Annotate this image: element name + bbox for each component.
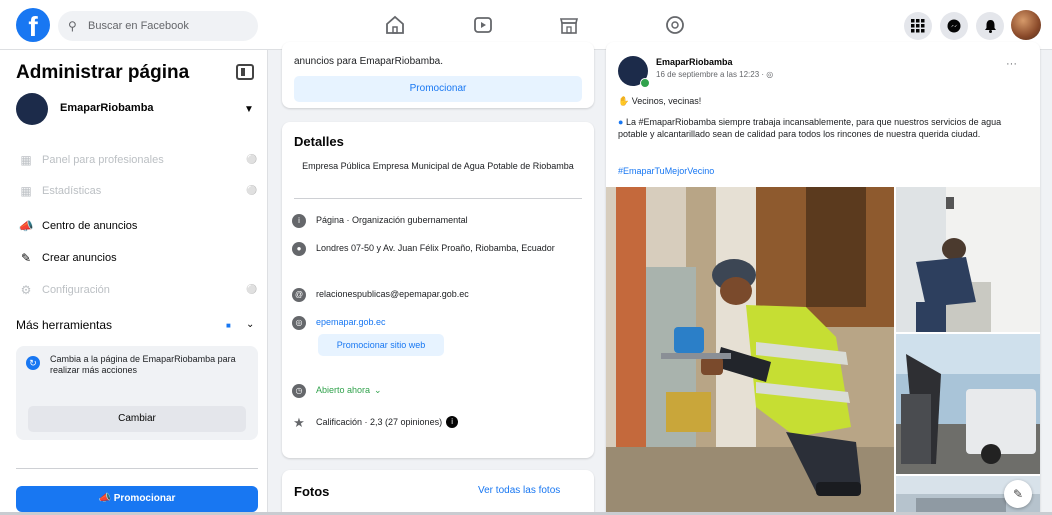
- switch-button[interactable]: Cambiar: [28, 406, 246, 432]
- post-hashtag[interactable]: #EmaparTuMejorVecino: [618, 166, 714, 176]
- page-avatar[interactable]: [16, 93, 48, 125]
- switch-profile-box: ↻ Cambia a la página de EmaparRiobamba p…: [16, 346, 258, 440]
- more-tools-header[interactable]: Más herramientas: [16, 318, 112, 332]
- tools-badge-icon: ■: [226, 321, 231, 330]
- detail-rating: ★ Calificación · 2,3 (27 opiniones) i: [292, 416, 584, 430]
- dashboard-icon: ▦: [20, 153, 32, 167]
- gear-icon: ⚙: [20, 283, 32, 297]
- details-card: Detalles Empresa Pública Empresa Municip…: [282, 122, 594, 458]
- info-icon: i: [292, 214, 306, 228]
- chevron-down-icon[interactable]: ▼: [244, 104, 254, 115]
- photos-title: Fotos: [294, 484, 330, 499]
- edit-icon: ✎: [20, 251, 32, 265]
- post-text-line1: ✋ Vecinos, vecinas!: [618, 96, 701, 107]
- post-author-avatar[interactable]: [618, 56, 650, 88]
- facebook-logo[interactable]: f: [16, 8, 50, 42]
- detail-email-text[interactable]: relacionespublicas@epemapar.gob.ec: [316, 288, 469, 300]
- page-description: Empresa Pública Empresa Municipal de Agu…: [302, 161, 574, 171]
- photos-card: Fotos Ver todas las fotos: [282, 470, 594, 515]
- post-author-name[interactable]: EmaparRiobamba: [656, 57, 733, 67]
- sidebar-title: Administrar página: [16, 62, 190, 83]
- sidebar-item-statistics: ▦ Estadísticas: [18, 181, 101, 201]
- water-drop-icon: ●: [618, 117, 624, 127]
- menu-grid-icon[interactable]: [904, 12, 932, 40]
- hand-emoji-icon: ✋: [618, 96, 630, 106]
- search-icon: ⚲: [68, 19, 77, 33]
- post-timestamp[interactable]: 16 de septiembre a las 12:23 · ◎: [656, 70, 773, 79]
- website-link[interactable]: epemapar.gob.ec: [316, 316, 386, 328]
- ads-promotion-card: anuncios para EmaparRiobamba. Promociona…: [282, 42, 594, 108]
- sidebar-item-label: Panel para profesionales: [42, 154, 164, 166]
- ads-promotion-text: anuncios para EmaparRiobamba.: [294, 56, 443, 67]
- sidebar-item-label: Crear anuncios: [42, 252, 117, 264]
- detail-address: ● Londres 07-50 y Av. Juan Félix Proaño,…: [292, 242, 584, 256]
- page-name[interactable]: EmaparRiobamba: [60, 102, 154, 114]
- promote-button[interactable]: 📣 Promocionar: [16, 486, 258, 512]
- details-title: Detalles: [294, 134, 344, 149]
- messenger-icon[interactable]: [940, 12, 968, 40]
- promote-website-button[interactable]: Promocionar sitio web: [318, 334, 444, 356]
- promote-card-button[interactable]: Promocionar: [294, 76, 582, 102]
- gaming-icon[interactable]: [664, 14, 686, 36]
- rating-text: Calificación · 2,3 (27 opiniones): [316, 417, 443, 427]
- location-pin-icon: ●: [292, 242, 306, 256]
- more-options-icon[interactable]: ···: [1006, 58, 1017, 70]
- sidebar-item-create-ads[interactable]: ✎ Crear anuncios: [18, 248, 117, 268]
- post-line2-text: La #EmaparRiobamba siempre trabaja incan…: [618, 117, 1002, 139]
- chart-icon: ▦: [20, 184, 32, 198]
- search-input[interactable]: ⚲ Buscar en Facebook: [58, 11, 258, 41]
- post-photo-3[interactable]: [896, 334, 1040, 474]
- detail-website: ◎ epemapar.gob.ec: [292, 316, 584, 330]
- collapse-sidebar-icon[interactable]: [236, 64, 254, 80]
- open-now-status[interactable]: Abierto ahora: [316, 384, 370, 396]
- divider: [16, 468, 258, 469]
- switch-profile-text: Cambia a la página de EmaparRiobamba par…: [50, 354, 236, 375]
- divider: [294, 198, 582, 199]
- lock-icon: ⚪: [246, 284, 258, 294]
- sidebar-item-label: Estadísticas: [42, 185, 102, 197]
- detail-category-text: Página · Organización gubernamental: [316, 215, 468, 225]
- detail-category: i Página · Organización gubernamental: [292, 214, 584, 228]
- sidebar-item-ads-center[interactable]: 📣 Centro de anuncios: [18, 216, 138, 236]
- megaphone-icon: 📣: [98, 493, 111, 504]
- post-time-text: 16 de septiembre a las 12:23 ·: [656, 70, 767, 79]
- switch-profile-icon: ↻: [26, 356, 40, 370]
- globe-icon: ◎: [292, 316, 306, 330]
- megaphone-icon: 📣: [18, 219, 34, 233]
- lock-icon: ⚪: [246, 154, 258, 164]
- detail-email: @ relacionespublicas@epemapar.gob.ec: [292, 288, 584, 302]
- manage-page-sidebar: Administrar página EmaparRiobamba ▼ ▦ Pa…: [0, 50, 268, 515]
- account-avatar[interactable]: [1011, 10, 1041, 40]
- edit-icon[interactable]: ✎: [1004, 480, 1032, 508]
- info-icon[interactable]: i: [446, 416, 459, 428]
- detail-address-text: Londres 07-50 y Av. Juan Félix Proaño, R…: [316, 243, 555, 253]
- email-icon: @: [292, 288, 306, 302]
- post-photo-main[interactable]: [606, 187, 894, 515]
- chevron-down-icon[interactable]: ⌄: [374, 384, 382, 396]
- watch-icon[interactable]: [472, 14, 494, 36]
- clock-icon: ◷: [292, 384, 306, 398]
- search-placeholder: Buscar en Facebook: [88, 20, 189, 32]
- sidebar-item-label: Centro de anuncios: [42, 220, 138, 232]
- marketplace-icon[interactable]: [558, 14, 580, 36]
- lock-icon: ⚪: [246, 185, 258, 195]
- detail-hours: ◷ Abierto ahora ⌄: [292, 384, 584, 398]
- sidebar-item-label: Configuración: [42, 284, 110, 296]
- sidebar-item-professional-dashboard: ▦ Panel para profesionales: [18, 150, 164, 170]
- star-icon: ★: [293, 415, 305, 430]
- see-all-photos-link[interactable]: Ver todas las fotos: [478, 485, 560, 496]
- notifications-bell-icon[interactable]: [976, 12, 1004, 40]
- chevron-down-icon[interactable]: ⌄: [246, 319, 254, 330]
- post-text-line2: ● La #EmaparRiobamba siempre trabaja inc…: [618, 116, 1030, 140]
- sidebar-item-settings: ⚙ Configuración: [18, 280, 110, 300]
- page-post: EmaparRiobamba 16 de septiembre a las 12…: [606, 42, 1040, 515]
- post-line1-text: Vecinos, vecinas!: [631, 96, 702, 106]
- post-photo-2[interactable]: [896, 187, 1040, 332]
- public-globe-icon: ◎: [766, 70, 774, 79]
- home-icon[interactable]: [384, 14, 406, 36]
- promote-button-label: Promocionar: [113, 493, 176, 504]
